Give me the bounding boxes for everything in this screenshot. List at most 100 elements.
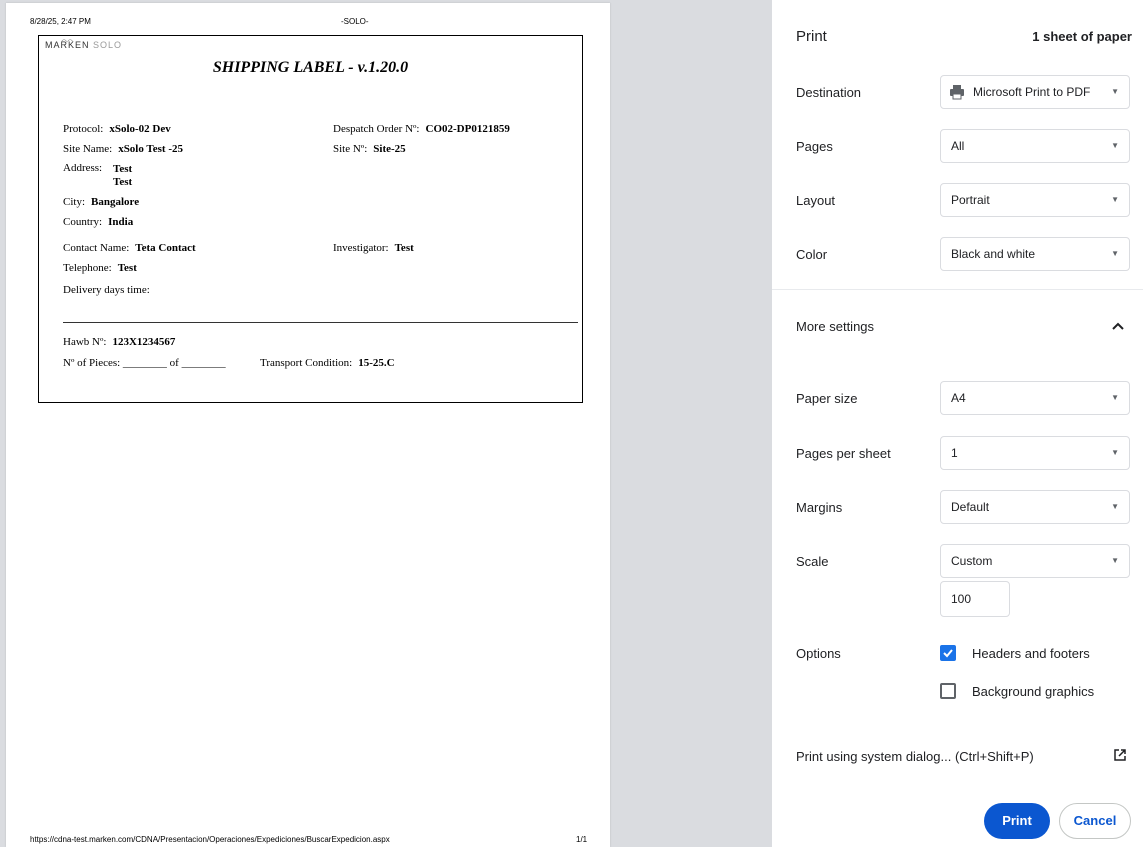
- page-header-date: 8/28/25, 2:47 PM: [30, 17, 91, 26]
- dropdown-arrow-icon: ▼: [1111, 502, 1119, 511]
- paper-size-value: A4: [951, 391, 966, 405]
- more-settings-toggle[interactable]: More settings: [796, 319, 874, 334]
- address-line-1: Test: [113, 163, 133, 175]
- contact-label: Contact Name:: [63, 242, 130, 254]
- transport-label: Transport Condition:: [260, 357, 353, 369]
- pages-select[interactable]: All ▼: [940, 129, 1130, 163]
- destination-value: Microsoft Print to PDF: [973, 85, 1091, 99]
- dropdown-arrow-icon: ▼: [1111, 141, 1119, 150]
- hawb-value: 123X1234567: [112, 336, 176, 348]
- color-label: Color: [796, 247, 828, 262]
- contact-value: Teta Contact: [135, 242, 196, 254]
- telephone-field: Telephone: Test: [63, 262, 137, 274]
- print-preview-area: 8/28/25, 2:47 PM -SOLO- ◠◠ MARKEN SOLO S…: [0, 0, 772, 847]
- shipping-label: ◠◠ MARKEN SOLO SHIPPING LABEL - v.1.20.0…: [38, 35, 583, 403]
- investigator-label: Investigator:: [333, 242, 389, 254]
- despatch-field: Despatch Order Nº: CO02-DP0121859: [333, 123, 510, 135]
- scale-value: Custom: [951, 554, 993, 568]
- layout-label: Layout: [796, 193, 836, 208]
- city-label: City:: [63, 196, 86, 208]
- country-label: Country:: [63, 216, 103, 228]
- site-no-value: Site-25: [373, 143, 406, 155]
- cancel-button[interactable]: Cancel: [1059, 803, 1131, 839]
- system-dialog-link[interactable]: Print using system dialog... (Ctrl+Shift…: [796, 749, 1034, 764]
- site-name-label: Site Name:: [63, 143, 113, 155]
- pages-label: Pages: [796, 139, 833, 154]
- country-value: India: [108, 216, 134, 228]
- paper-size-select[interactable]: A4 ▼: [940, 381, 1130, 415]
- site-name-value: xSolo Test -25: [118, 143, 183, 155]
- page-footer-url: https://cdna-test.marken.com/CDNA/Presen…: [30, 835, 390, 844]
- site-name-field: Site Name: xSolo Test -25: [63, 143, 183, 155]
- address-line-2: Test: [113, 176, 133, 188]
- transport-field: Transport Condition: 15-25.C: [260, 357, 395, 369]
- options-label: Options: [796, 646, 841, 661]
- transport-value: 15-25.C: [358, 357, 395, 369]
- scale-input[interactable]: 100: [940, 581, 1010, 617]
- dropdown-arrow-icon: ▼: [1111, 393, 1119, 402]
- telephone-value: Test: [117, 262, 137, 274]
- chevron-up-icon[interactable]: [1111, 319, 1125, 333]
- protocol-field: Protocol: xSolo-02 Dev: [63, 123, 171, 135]
- label-divider: [63, 322, 578, 323]
- protocol-value: xSolo-02 Dev: [109, 123, 171, 135]
- dropdown-arrow-icon: ▼: [1111, 195, 1119, 204]
- pages-value: All: [951, 139, 965, 153]
- sheet-count: 1 sheet of paper: [1032, 29, 1132, 44]
- background-graphics-label[interactable]: Background graphics: [972, 684, 1094, 699]
- pages-per-sheet-select[interactable]: 1 ▼: [940, 436, 1130, 470]
- despatch-label: Despatch Order Nº:: [333, 123, 420, 135]
- print-button[interactable]: Print: [984, 803, 1050, 839]
- telephone-label: Telephone:: [63, 262, 112, 274]
- checkmark-icon: [943, 649, 953, 658]
- contact-field: Contact Name: Teta Contact: [63, 242, 196, 254]
- hawb-label: Hawb Nº:: [63, 336, 107, 348]
- scale-label: Scale: [796, 554, 829, 569]
- pages-per-sheet-value: 1: [951, 446, 958, 460]
- background-graphics-checkbox[interactable]: [940, 683, 956, 699]
- color-select[interactable]: Black and white ▼: [940, 237, 1130, 271]
- country-field: Country: India: [63, 216, 133, 228]
- label-title: SHIPPING LABEL - v.1.20.0: [212, 59, 409, 76]
- investigator-value: Test: [394, 242, 414, 254]
- print-settings-panel: Print 1 sheet of paper Destination Micro…: [772, 0, 1143, 847]
- page-header-title: -SOLO-: [341, 17, 369, 26]
- logo-sub: SOLO: [93, 40, 123, 50]
- open-external-icon[interactable]: [1113, 748, 1127, 762]
- protocol-label: Protocol:: [63, 123, 104, 135]
- headers-footers-label[interactable]: Headers and footers: [972, 646, 1090, 661]
- layout-value: Portrait: [951, 193, 990, 207]
- page-footer-number: 1/1: [576, 835, 588, 844]
- address-value: Test Test: [113, 163, 132, 189]
- dropdown-arrow-icon: ▼: [1111, 249, 1119, 258]
- investigator-field: Investigator: Test: [333, 242, 414, 254]
- margins-select[interactable]: Default ▼: [940, 490, 1130, 524]
- panel-divider: [772, 289, 1143, 290]
- preview-page: 8/28/25, 2:47 PM -SOLO- ◠◠ MARKEN SOLO S…: [6, 3, 610, 847]
- delivery-label: Delivery days time:: [63, 284, 150, 296]
- destination-select[interactable]: Microsoft Print to PDF ▼: [940, 75, 1130, 109]
- logo-icon: ◠◠: [61, 39, 74, 46]
- destination-label: Destination: [796, 85, 862, 100]
- printer-icon: [950, 85, 964, 100]
- dropdown-arrow-icon: ▼: [1111, 556, 1119, 565]
- pieces-field: Nº of Pieces: ________ of ________: [63, 357, 226, 369]
- site-no-label: Site Nº:: [333, 143, 368, 155]
- margins-value: Default: [951, 500, 990, 514]
- hawb-field: Hawb Nº: 123X1234567: [63, 336, 175, 348]
- layout-select[interactable]: Portrait ▼: [940, 183, 1130, 217]
- pages-per-sheet-label: Pages per sheet: [796, 446, 891, 461]
- headers-footers-checkbox[interactable]: [940, 645, 956, 661]
- city-field: City: Bangalore: [63, 196, 139, 208]
- panel-title: Print: [796, 28, 827, 45]
- marken-solo-logo: ◠◠ MARKEN SOLO: [45, 39, 123, 50]
- scale-select[interactable]: Custom ▼: [940, 544, 1130, 578]
- color-value: Black and white: [951, 247, 1036, 261]
- dropdown-arrow-icon: ▼: [1111, 448, 1119, 457]
- address-label: Address:: [63, 162, 103, 174]
- dropdown-arrow-icon: ▼: [1111, 87, 1119, 96]
- despatch-value: CO02-DP0121859: [425, 123, 510, 135]
- city-value: Bangalore: [91, 196, 140, 208]
- paper-size-label: Paper size: [796, 391, 858, 406]
- site-no-field: Site Nº: Site-25: [333, 143, 406, 155]
